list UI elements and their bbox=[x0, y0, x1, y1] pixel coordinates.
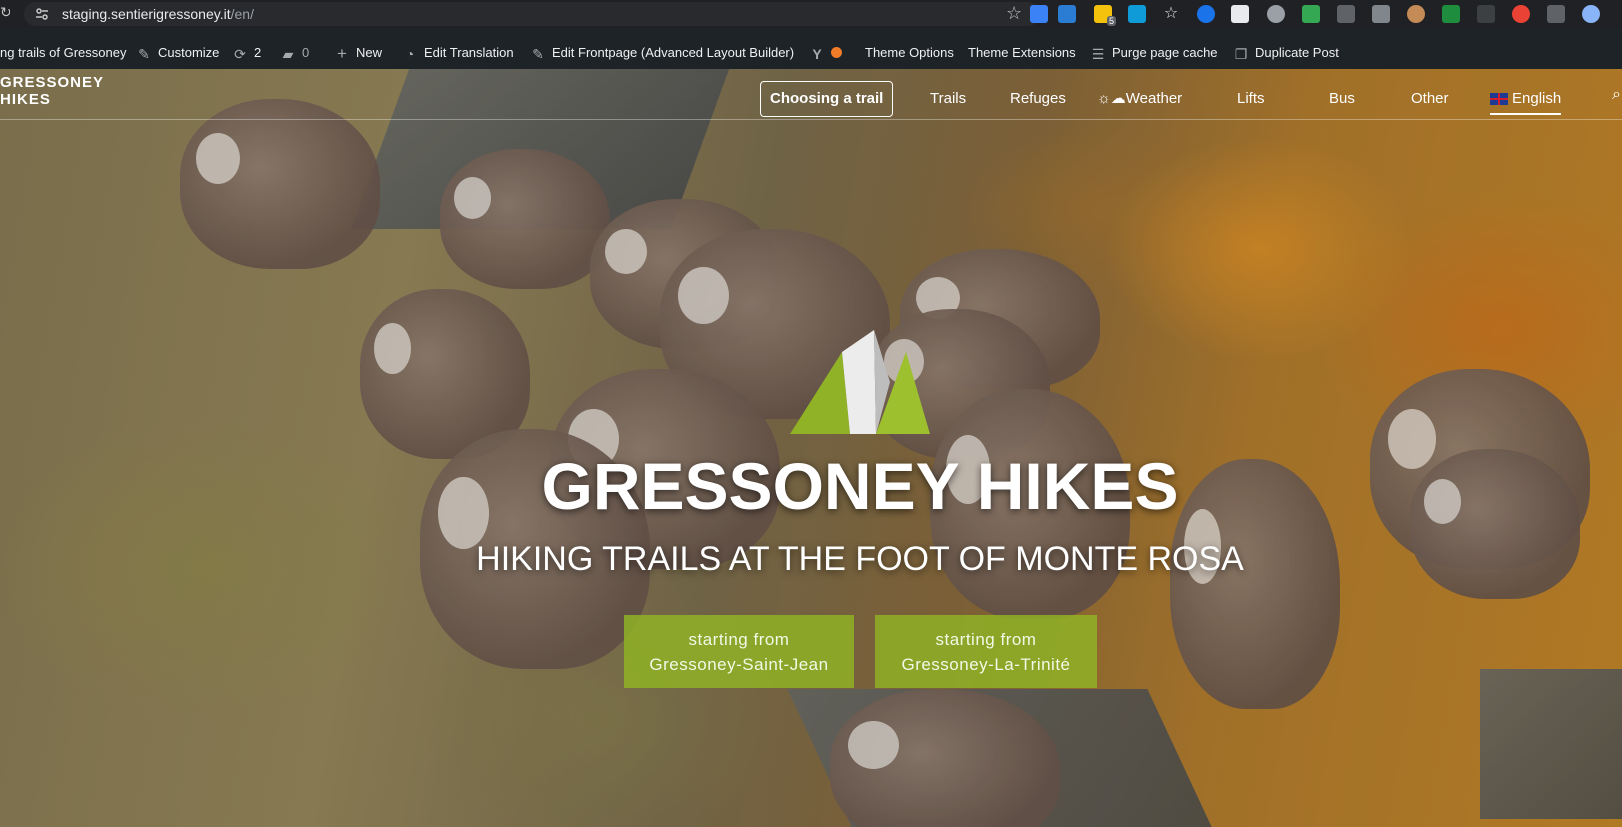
uk-flag-icon bbox=[1490, 93, 1508, 106]
admin-duplicate-post-label: Duplicate Post bbox=[1255, 45, 1339, 60]
mountain-logo-icon bbox=[790, 330, 930, 434]
extension-icon-9[interactable] bbox=[1302, 5, 1320, 23]
notes-extension-icon[interactable]: 5 bbox=[1094, 5, 1116, 26]
admin-customize-label: Customize bbox=[158, 45, 220, 60]
admin-theme-extensions[interactable]: Theme Extensions bbox=[968, 37, 1076, 69]
cta-saint-jean-button[interactable]: starting from Gressoney-Saint-Jean bbox=[624, 615, 854, 688]
address-bar[interactable]: staging.sentierigressoney.it/en/ bbox=[24, 2, 1040, 26]
hero-subtitle: HIKING TRAILS AT THE FOOT OF MONTE ROSA bbox=[476, 540, 1244, 578]
admin-comments[interactable]: ▰ 0 bbox=[280, 37, 310, 69]
extension-icon-13[interactable] bbox=[1442, 5, 1460, 23]
cta-la-trinite-button[interactable]: starting from Gressoney-La-Trinité bbox=[875, 615, 1097, 688]
plus-icon: + bbox=[337, 43, 347, 63]
pencil-icon: ✎ bbox=[532, 45, 544, 62]
brush-icon: ✎ bbox=[138, 45, 150, 62]
database-icon: ☰ bbox=[1091, 45, 1105, 62]
admin-edit-frontpage[interactable]: ✎ Edit Frontpage (Advanced Layout Builder… bbox=[530, 37, 794, 69]
admin-duplicate-post[interactable]: ❐ Duplicate Post bbox=[1233, 37, 1339, 69]
nav-other[interactable]: Other bbox=[1411, 81, 1449, 117]
main-navigation: Choosing a trail Trails Refuges ☼☁Weathe… bbox=[0, 74, 1622, 120]
extension-icon-17[interactable] bbox=[1582, 5, 1600, 23]
admin-purge-cache[interactable]: ☰ Purge page cache bbox=[1090, 37, 1218, 69]
ublock-extension-icon[interactable] bbox=[1512, 5, 1530, 23]
hero-title: GRESSONEY HIKES bbox=[541, 449, 1179, 523]
extension-icon-16[interactable] bbox=[1547, 5, 1565, 23]
url-text[interactable]: staging.sentierigressoney.it/en/ bbox=[62, 6, 254, 22]
nav-trails[interactable]: Trails bbox=[930, 81, 966, 117]
admin-updates[interactable]: ⟳ 2 bbox=[232, 37, 261, 69]
reader-extension-icon[interactable] bbox=[1128, 5, 1146, 23]
crx-extension-icon[interactable] bbox=[1372, 5, 1390, 23]
cta-saint-jean-line2: Gressoney-Saint-Jean bbox=[649, 655, 829, 674]
admin-edit-translation-label: Edit Translation bbox=[424, 45, 514, 60]
comment-icon: ▰ bbox=[282, 45, 294, 62]
extension-icon-10[interactable] bbox=[1337, 5, 1355, 23]
nav-weather[interactable]: ☼☁Weather bbox=[1097, 81, 1182, 117]
header-divider bbox=[0, 119, 1622, 120]
nav-bus[interactable]: Bus bbox=[1329, 81, 1355, 117]
yoast-icon: Y bbox=[812, 45, 822, 62]
browser-toolbar: ↻ staging.sentierigressoney.it/en/ ☆ 5 ☆ bbox=[0, 0, 1622, 28]
duplicate-icon: ❐ bbox=[1234, 45, 1248, 62]
url-path: /en/ bbox=[230, 6, 254, 22]
cta-la-trinite-line1: starting from bbox=[935, 630, 1037, 649]
extension-icon-6[interactable] bbox=[1197, 5, 1215, 23]
cta-saint-jean-line1: starting from bbox=[688, 630, 790, 649]
admin-edit-frontpage-label: Edit Frontpage (Advanced Layout Builder) bbox=[552, 45, 795, 60]
admin-edit-translation[interactable]: ◔ Edit Translation bbox=[402, 37, 514, 69]
extension-badge: 5 bbox=[1106, 16, 1116, 26]
toolbar-gap bbox=[0, 28, 1622, 37]
nav-language[interactable]: English bbox=[1490, 83, 1562, 115]
seo-status-dot bbox=[831, 47, 842, 59]
extension-icon-7[interactable] bbox=[1231, 5, 1249, 23]
reload-icon[interactable]: ↻ bbox=[0, 4, 10, 24]
nav-language-label: English bbox=[1512, 90, 1562, 107]
nav-weather-label: Weather bbox=[1125, 90, 1183, 107]
wp-admin-bar: ng trails of Gressoney ✎ Customize ⟳ 2 ▰ 0 … bbox=[0, 37, 1622, 69]
admin-seo[interactable]: Y bbox=[809, 37, 842, 69]
search-icon[interactable]: ⌕ bbox=[1612, 86, 1621, 104]
nav-lifts[interactable]: Lifts bbox=[1237, 81, 1265, 117]
admin-updates-count: 2 bbox=[254, 45, 262, 60]
admin-site-name[interactable]: ng trails of Gressoney bbox=[0, 37, 126, 69]
url-host: staging.sentierigressoney.it bbox=[62, 6, 231, 22]
extension-icon-1[interactable] bbox=[1030, 5, 1048, 23]
download-extension-icon[interactable] bbox=[1058, 5, 1076, 23]
extension-icon-8[interactable] bbox=[1267, 5, 1285, 23]
cta-la-trinite-line2: Gressoney-La-Trinité bbox=[901, 655, 1071, 674]
weather-icon: ☼☁ bbox=[1097, 90, 1126, 107]
cookie-extension-icon[interactable] bbox=[1407, 5, 1425, 23]
extension-icon-14[interactable] bbox=[1477, 5, 1495, 23]
star-extension-icon[interactable]: ☆ bbox=[1162, 5, 1180, 23]
translate-icon: ◔ bbox=[405, 45, 415, 62]
nav-choosing-trail[interactable]: Choosing a trail bbox=[760, 81, 894, 117]
admin-customize[interactable]: ✎ Customize bbox=[136, 37, 219, 69]
admin-new-label: New bbox=[356, 45, 383, 60]
admin-theme-options[interactable]: Theme Options bbox=[865, 37, 954, 69]
site-info-icon[interactable] bbox=[34, 6, 50, 22]
admin-new[interactable]: + New bbox=[334, 37, 382, 69]
nav-refuges[interactable]: Refuges bbox=[1010, 81, 1066, 117]
admin-purge-cache-label: Purge page cache bbox=[1112, 45, 1218, 60]
admin-comments-count: 0 bbox=[302, 45, 310, 60]
updates-icon: ⟳ bbox=[234, 45, 246, 62]
bookmark-star-icon[interactable]: ☆ bbox=[1006, 3, 1022, 24]
